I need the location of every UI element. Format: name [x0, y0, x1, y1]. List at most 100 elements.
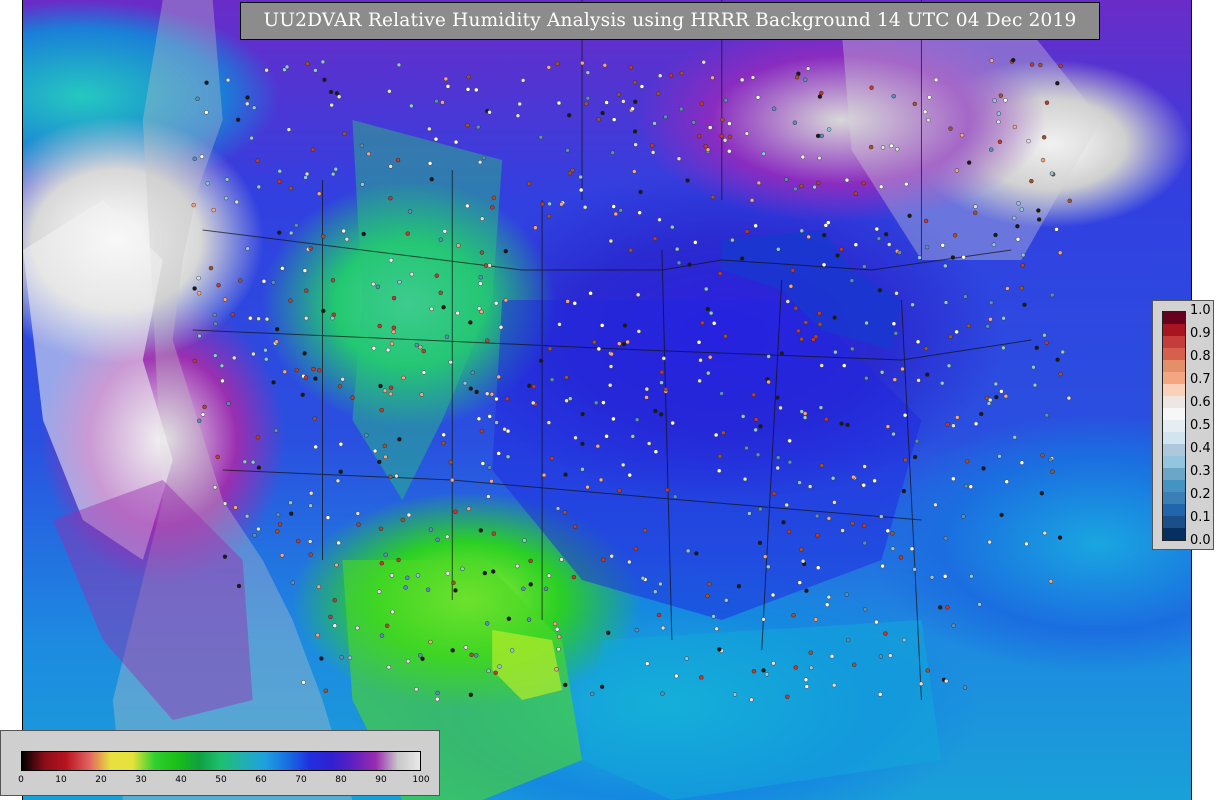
station-dot	[311, 366, 316, 372]
station-dot	[608, 238, 614, 244]
station-dot	[805, 66, 811, 71]
station-dot	[775, 465, 780, 471]
humidity-tick-label: 40	[175, 775, 187, 785]
station-dot	[466, 506, 471, 511]
station-dot	[376, 589, 382, 594]
station-dot	[732, 692, 738, 697]
station-dot	[802, 415, 808, 420]
station-dot	[564, 375, 569, 380]
station-dot	[676, 156, 682, 161]
station-dot	[874, 226, 880, 232]
station-dot	[918, 681, 924, 686]
station-dot	[761, 151, 766, 157]
station-dot	[786, 529, 792, 534]
station-dot	[832, 683, 837, 688]
station-dot	[386, 665, 391, 670]
station-dot	[448, 360, 453, 365]
station-dot	[621, 99, 626, 104]
station-dot	[421, 370, 427, 375]
observation-tick-label: 0.0	[1190, 533, 1211, 548]
station-dot	[406, 512, 412, 518]
station-dot	[543, 586, 549, 591]
station-dot	[753, 417, 759, 422]
station-dot	[672, 494, 678, 499]
station-dot	[505, 454, 511, 459]
station-dot	[338, 442, 344, 447]
station-dot	[890, 546, 896, 551]
station-dot	[717, 468, 722, 473]
station-dot	[205, 181, 210, 186]
station-dot	[414, 687, 419, 692]
station-dot	[391, 295, 397, 301]
station-dot	[794, 74, 800, 80]
station-dot	[727, 148, 732, 154]
observation-tick-label: 0.7	[1190, 372, 1211, 387]
station-dot	[585, 95, 591, 101]
station-dot	[310, 147, 316, 152]
station-dot	[604, 100, 609, 105]
station-dot	[435, 690, 440, 696]
station-dot	[898, 555, 904, 560]
station-dot	[872, 478, 877, 483]
humidity-tick-label: 20	[95, 775, 107, 785]
station-dot	[580, 411, 585, 417]
station-dot	[328, 89, 334, 95]
station-dot	[804, 588, 809, 593]
station-dot	[797, 480, 802, 485]
observation-tick-label: 0.1	[1190, 510, 1211, 525]
station-dot	[303, 375, 309, 380]
observation-swatch	[1163, 396, 1185, 408]
station-dot	[839, 246, 844, 252]
station-dot	[833, 349, 838, 355]
station-dot	[705, 306, 710, 312]
station-dot	[493, 301, 499, 306]
station-dot	[487, 414, 492, 419]
station-dot	[634, 417, 640, 422]
station-dot	[771, 491, 777, 496]
station-dot	[633, 99, 638, 105]
station-dot	[429, 306, 434, 312]
station-dot	[388, 195, 393, 201]
station-dot	[781, 520, 786, 525]
station-dot	[232, 355, 237, 361]
station-dot	[912, 567, 917, 572]
station-dot	[611, 416, 616, 422]
station-dot	[1058, 371, 1063, 377]
station-dot	[816, 180, 821, 186]
station-dot	[644, 395, 649, 400]
station-dot	[749, 198, 755, 203]
station-dot	[277, 179, 282, 184]
station-dot	[580, 60, 585, 66]
station-dot	[679, 70, 684, 76]
station-dot	[663, 387, 669, 392]
station-dot	[1060, 349, 1065, 355]
station-dot	[1044, 100, 1050, 105]
station-dot	[213, 353, 218, 358]
station-dot	[359, 143, 365, 149]
station-dot	[900, 366, 905, 372]
station-dot	[722, 138, 728, 143]
station-dot	[481, 155, 487, 161]
station-dot	[705, 147, 711, 152]
station-dot	[479, 309, 484, 314]
station-dot	[414, 342, 420, 348]
station-dot	[1040, 453, 1045, 458]
station-dot	[826, 127, 832, 132]
station-dot	[600, 110, 605, 116]
station-dot	[538, 134, 544, 140]
station-dot	[288, 500, 293, 505]
station-dot	[382, 388, 388, 393]
station-dot	[336, 540, 341, 546]
station-dot	[985, 324, 990, 329]
station-dot	[330, 278, 336, 283]
station-dot	[670, 224, 675, 230]
station-dot	[388, 474, 393, 479]
station-dot	[538, 358, 544, 363]
station-dot	[817, 311, 822, 316]
station-dot	[885, 424, 891, 429]
station-dot	[388, 385, 394, 390]
station-dot	[630, 434, 635, 439]
station-dot	[933, 502, 938, 507]
station-dot	[992, 98, 997, 103]
station-dot	[600, 323, 605, 328]
